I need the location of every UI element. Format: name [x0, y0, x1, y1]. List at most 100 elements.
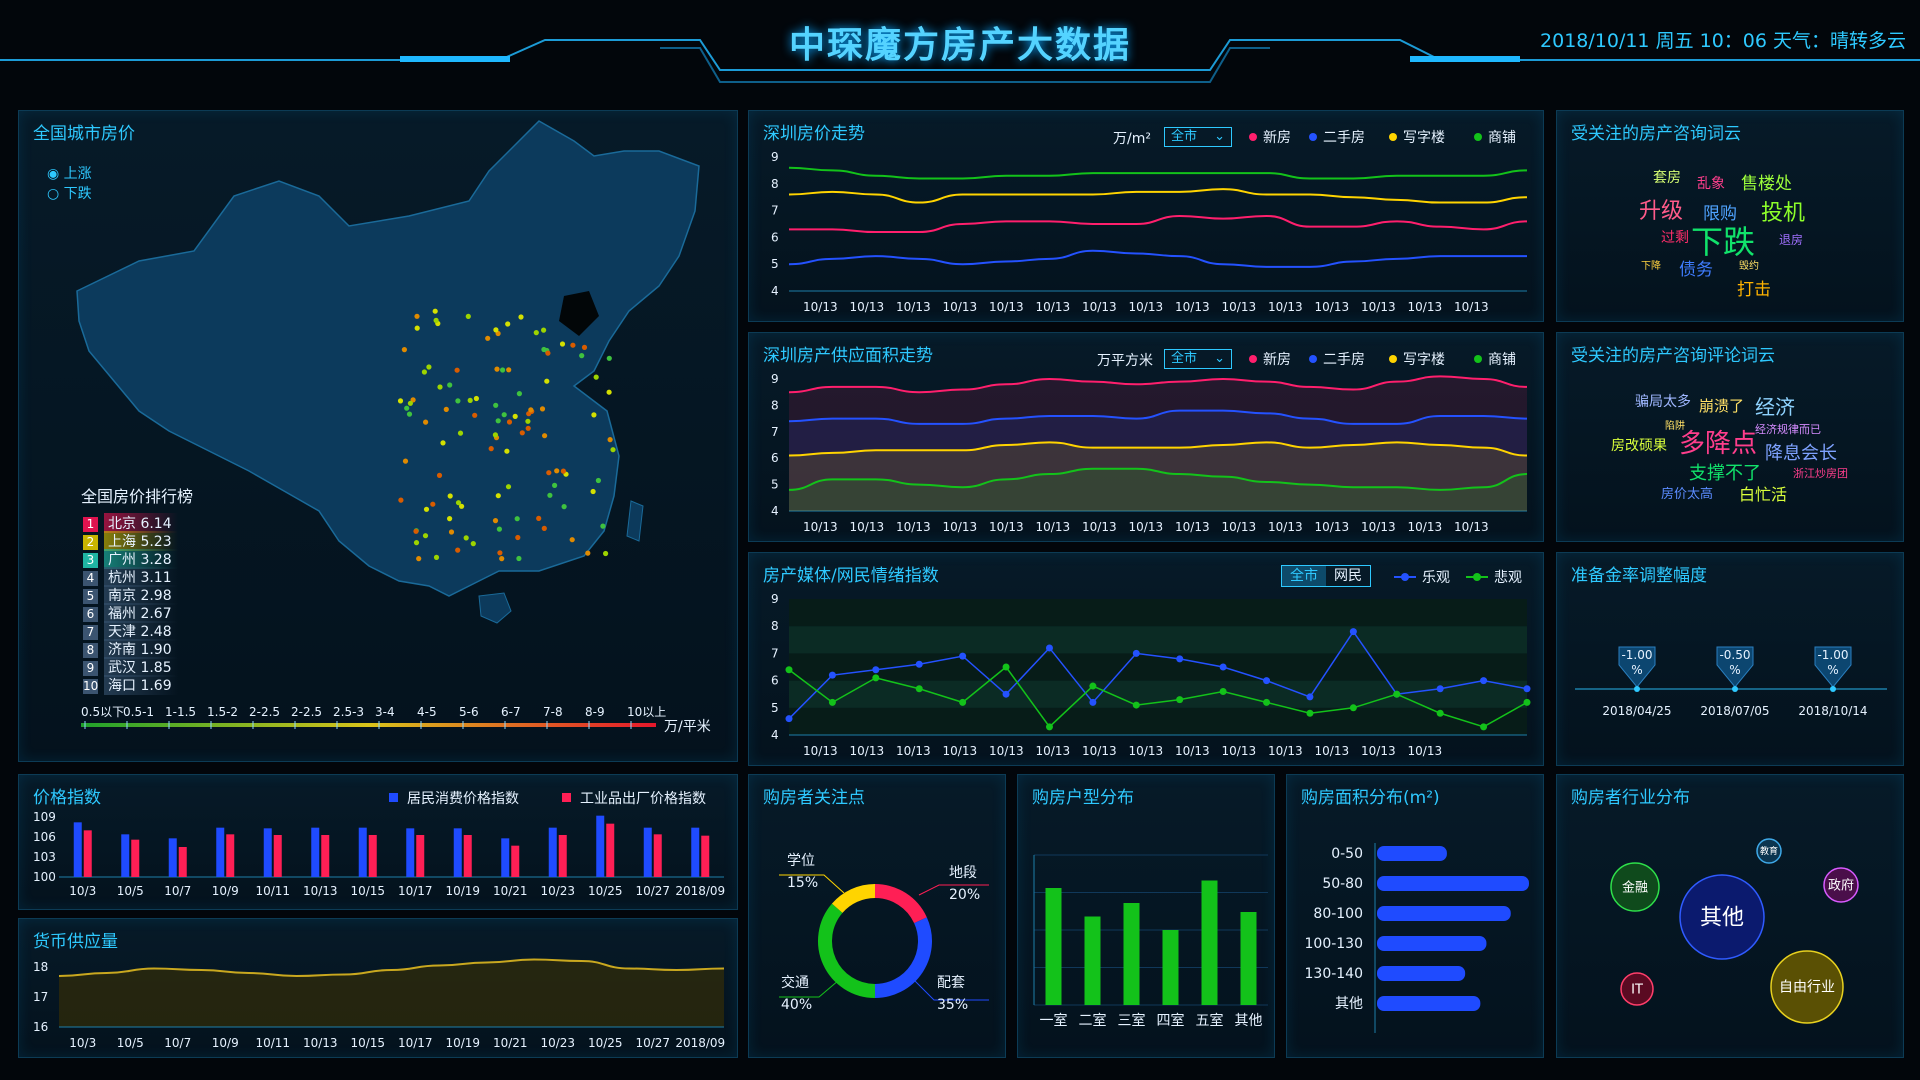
- area-bar: [1377, 906, 1511, 921]
- legend-dot: [1309, 355, 1317, 363]
- cloud-word[interactable]: 房改硕果: [1611, 435, 1667, 455]
- supply-trend-select[interactable]: 全市 ⌄: [1164, 349, 1232, 369]
- index-bar: [501, 838, 510, 877]
- city-dot: [525, 425, 531, 431]
- x-tick-label: 10/13: [943, 520, 978, 534]
- wordcloud2-title: 受关注的房产咨询评论词云: [1571, 346, 1775, 366]
- x-tick-label: 10/13: [303, 884, 338, 898]
- cloud-word[interactable]: 房价太高: [1661, 483, 1713, 502]
- y-tick-label: 9: [771, 592, 779, 606]
- cloud-word[interactable]: 打击: [1737, 275, 1771, 300]
- reserve-unit: %: [1827, 663, 1838, 677]
- x-tick-label: 10/19: [445, 1036, 480, 1050]
- cloud-word[interactable]: 毁约: [1739, 257, 1759, 272]
- x-tick-label: 其他: [1235, 1013, 1263, 1029]
- donut-slice: [818, 903, 876, 998]
- reserve-value: -0.50: [1719, 648, 1750, 662]
- legend-label: 商铺: [1488, 130, 1516, 146]
- cloud-word[interactable]: 降息会长: [1765, 439, 1837, 465]
- rank-row: 2 上海 5.23: [83, 531, 178, 551]
- cloud-word[interactable]: 经济: [1755, 391, 1795, 420]
- cloud-word[interactable]: 下降: [1641, 257, 1661, 272]
- industry-label: IT: [1631, 982, 1643, 997]
- rank-number: 1: [83, 517, 98, 532]
- x-tick-label: 10/13: [1408, 744, 1443, 758]
- x-tick-label: 10/13: [803, 300, 838, 314]
- x-tick-label: 10/13: [1082, 520, 1117, 534]
- cloud-word[interactable]: 多降点: [1679, 423, 1757, 460]
- price-trend-select[interactable]: 全市 ⌄: [1164, 127, 1232, 147]
- layout-bar: [1084, 916, 1101, 1005]
- x-tick-label: 10/11: [255, 884, 290, 898]
- city-dot: [547, 492, 553, 498]
- rank-number: 5: [83, 589, 98, 604]
- price-index-legend: 居民消费价格指数 工业品出厂价格指数: [389, 791, 706, 807]
- rank-row: 5 南京 2.98: [83, 585, 178, 605]
- series-point: [872, 674, 880, 682]
- x-tick-label: 10/13: [1222, 744, 1257, 758]
- city-dot: [499, 556, 505, 562]
- x-tick-label: 10/13: [1361, 744, 1396, 758]
- x-tick-label: 10/13: [850, 744, 885, 758]
- legend-dot: [1249, 133, 1257, 141]
- x-tick-label: 三室: [1118, 1012, 1146, 1029]
- cloud-word[interactable]: 升级: [1639, 193, 1683, 225]
- cloud-word[interactable]: 投机: [1761, 195, 1805, 227]
- legend-dot: [1249, 355, 1257, 363]
- y-tick-label: 6: [771, 674, 779, 688]
- city-dot: [593, 374, 599, 380]
- city-dot: [561, 504, 567, 510]
- rank-number: 2: [83, 535, 98, 550]
- city-dot: [448, 529, 455, 535]
- rank-number: 7: [83, 625, 98, 640]
- cloud-word[interactable]: 售楼处: [1741, 169, 1792, 194]
- index-bar: [596, 815, 605, 877]
- cloud-word[interactable]: 崩溃了: [1699, 395, 1744, 416]
- x-tick-label: 10/13: [1361, 520, 1396, 534]
- series-point: [1176, 696, 1184, 704]
- series-point: [828, 671, 836, 679]
- cloud-word[interactable]: 骗局太多: [1635, 391, 1691, 411]
- map-panel: 全国城市房价 ◉ 上涨 ○ 下跌 全国房价排行榜 1 北京 6.14 2 上海 5.2…: [18, 110, 738, 762]
- city-dot: [447, 516, 453, 522]
- legend-label: 新房: [1263, 130, 1291, 146]
- sentiment-title: 房产媒体/网民情绪指数: [763, 566, 939, 586]
- toggle-netizen[interactable]: 网民: [1326, 566, 1370, 586]
- sentiment-panel: 房产媒体/网民情绪指数 全市 网民 乐观 悲观 4 5 6 7 8 9 10/13 10/13…: [748, 552, 1544, 766]
- donut-percent: 35%: [937, 997, 968, 1013]
- chevron-down-icon: ⌄: [1214, 351, 1225, 366]
- series-line: [789, 214, 1528, 234]
- scale-unit: 万/平米: [664, 719, 711, 735]
- rank-number: 3: [83, 553, 98, 568]
- x-tick-label: 10/13: [850, 300, 885, 314]
- x-tick-label: 10/13: [1268, 300, 1303, 314]
- legend-dot: [1474, 133, 1482, 141]
- x-tick-label: 10/7: [164, 884, 191, 898]
- x-tick-label: 10/13: [850, 520, 885, 534]
- donut-percent: 40%: [781, 997, 812, 1013]
- cloud-word[interactable]: 经济规律而已: [1755, 421, 1821, 437]
- reserve-panel: 准备金率调整幅度 -1.00% 2018/04/25 -0.50% 2018/07/0…: [1556, 552, 1904, 766]
- cloud-word[interactable]: 浙江炒房团: [1793, 465, 1848, 481]
- city-dot: [603, 550, 609, 557]
- donut-percent: 15%: [787, 875, 818, 891]
- reserve-dot: [1732, 686, 1738, 692]
- cloud-word[interactable]: 债务: [1679, 255, 1713, 280]
- cloud-word[interactable]: 白忙活: [1739, 481, 1787, 505]
- city-dot: [496, 526, 502, 532]
- index-bar: [216, 827, 225, 877]
- city-dot: [455, 398, 461, 404]
- city-dot: [500, 367, 506, 373]
- cloud-word[interactable]: 退房: [1779, 231, 1803, 248]
- legend-label: 二手房: [1323, 130, 1365, 146]
- cloud-word[interactable]: 套房: [1653, 167, 1681, 187]
- x-tick-label: 10/13: [1036, 300, 1071, 314]
- city-dot: [463, 535, 469, 541]
- x-tick-label: 10/13: [303, 1036, 338, 1050]
- cloud-word[interactable]: 过剩: [1661, 227, 1689, 247]
- y-tick-label: 8: [771, 619, 779, 633]
- cloud-word[interactable]: 乱象: [1697, 173, 1725, 193]
- y-tick-label: 5: [771, 701, 779, 715]
- toggle-city[interactable]: 全市: [1282, 566, 1326, 586]
- index-bar: [701, 835, 710, 877]
